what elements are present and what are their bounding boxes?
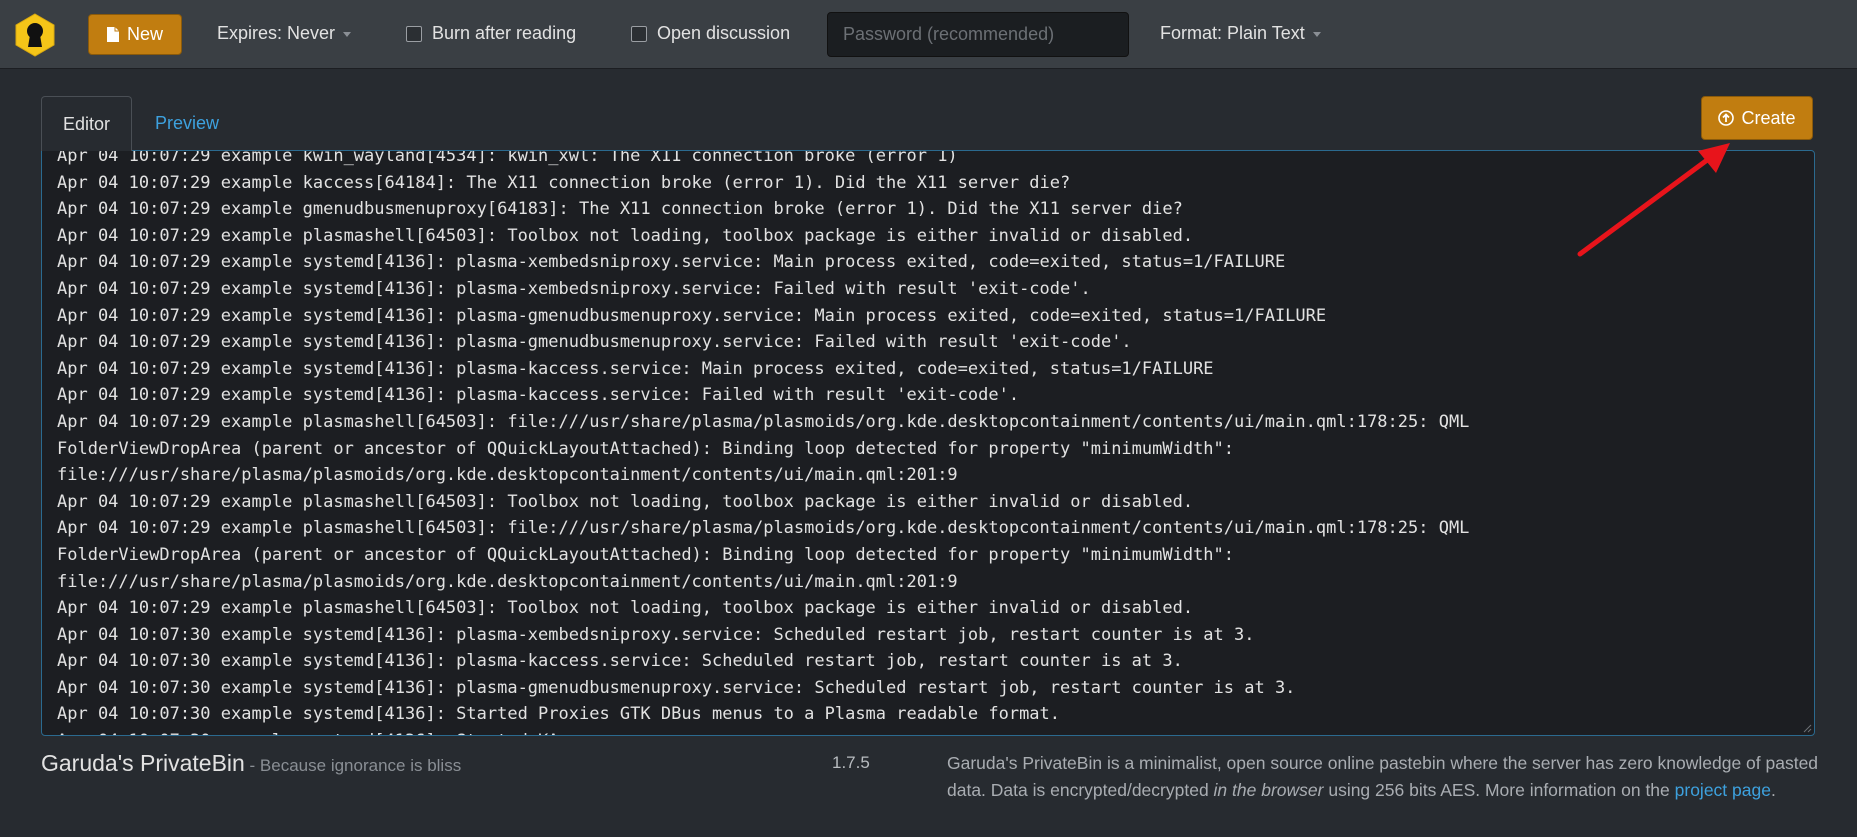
version-number: 1.7.5 (832, 753, 870, 772)
checkbox-box[interactable] (406, 25, 422, 42)
site-tagline: - Because ignorance is bliss (244, 756, 462, 775)
editor-line: file:///usr/share/plasma/plasmoids/org.k… (57, 465, 958, 486)
editor-line: Apr 04 10:07:30 example systemd[4136]: S… (57, 704, 1061, 725)
editor-line: Apr 04 10:07:30 example systemd[4136]: S… (57, 731, 589, 735)
format-dropdown[interactable]: Format: Plain Text (1160, 23, 1321, 44)
editor-line: Apr 04 10:07:29 example plasmashell[6450… (57, 598, 1194, 619)
editor-line: Apr 04 10:07:29 example plasmashell[6450… (57, 411, 1470, 432)
document-icon (106, 27, 119, 42)
create-button[interactable]: Create (1701, 96, 1813, 140)
new-button[interactable]: New (88, 14, 182, 55)
editor-line: Apr 04 10:07:30 example systemd[4136]: p… (57, 651, 1183, 672)
editor-line: Apr 04 10:07:29 example systemd[4136]: p… (57, 385, 1020, 406)
editor-line: FolderViewDropArea (parent or ancestor o… (57, 544, 1235, 565)
footer-description: Garuda's PrivateBin is a minimalist, ope… (947, 750, 1827, 804)
footer-title: Garuda's PrivateBin - Because ignorance … (41, 750, 461, 777)
editor-line: Apr 04 10:07:29 example plasmashell[6450… (57, 225, 1194, 246)
editor-line: Apr 04 10:07:29 example plasmashell[6450… (57, 518, 1470, 539)
open-discussion-checkbox[interactable]: Open discussion (631, 23, 790, 44)
create-button-label: Create (1741, 107, 1796, 128)
tab-preview-label: Preview (155, 113, 220, 133)
burn-after-reading-checkbox[interactable]: Burn after reading (406, 23, 576, 44)
logo-keyhole-icon[interactable] (13, 13, 57, 57)
password-input[interactable] (827, 12, 1129, 57)
editor-line: Apr 04 10:07:29 example gmenudbusmenupro… (57, 199, 1183, 220)
editor-line: Apr 04 10:07:30 example systemd[4136]: p… (57, 677, 1296, 698)
editor-line: Apr 04 10:07:30 example systemd[4136]: p… (57, 624, 1255, 645)
site-name: Garuda's PrivateBin (41, 750, 245, 776)
new-button-label: New (126, 24, 163, 44)
editor-line: Apr 04 10:07:29 example systemd[4136]: p… (57, 358, 1214, 379)
project-page-link[interactable]: project page (1675, 780, 1771, 800)
checkbox-box[interactable] (631, 25, 647, 42)
tab-editor-label: Editor (62, 113, 111, 134)
tab-preview[interactable]: Preview (155, 113, 219, 134)
desc-end: . (1770, 780, 1776, 800)
editor-line: file:///usr/share/plasma/plasmoids/org.k… (57, 571, 958, 592)
editor-line: Apr 04 10:07:29 example plasmashell[6450… (57, 491, 1194, 512)
desc-part2: using 256 bits AES. More information on … (1323, 780, 1675, 800)
editor-line: Apr 04 10:07:29 example systemd[4136]: p… (57, 252, 1286, 273)
expires-label: Expires: Never (217, 23, 336, 43)
editor-line: Apr 04 10:07:29 example kaccess[64184]: … (57, 172, 1071, 193)
editor-line: Apr 04 10:07:29 example systemd[4136]: p… (57, 305, 1327, 326)
chevron-down-icon (1312, 32, 1321, 37)
expires-dropdown[interactable]: Expires: Never (217, 23, 352, 44)
editor-line: FolderViewDropArea (parent or ancestor o… (57, 438, 1235, 459)
upload-circle-icon (1718, 110, 1735, 126)
chevron-down-icon (343, 32, 352, 37)
editor-line: Apr 04 10:07:29 example systemd[4136]: p… (57, 278, 1091, 299)
tab-editor[interactable]: Editor (41, 96, 132, 151)
paste-textarea-content[interactable]: Apr 04 10:07:29 example kwin_wayland[453… (57, 150, 1804, 735)
desc-emphasis: in the browser (1213, 780, 1324, 800)
burn-after-reading-label: Burn after reading (432, 23, 577, 43)
paste-editor[interactable]: Apr 04 10:07:29 example kwin_wayland[453… (41, 150, 1815, 736)
editor-line: Apr 04 10:07:29 example systemd[4136]: p… (57, 332, 1132, 353)
open-discussion-label: Open discussion (657, 23, 791, 43)
format-label: Format: Plain Text (1160, 23, 1305, 43)
editor-line: Apr 04 10:07:29 example kwin_wayland[453… (57, 150, 958, 166)
navbar: New Expires: Never Burn after reading Op… (0, 0, 1857, 69)
resize-grip-icon[interactable] (1802, 723, 1812, 733)
